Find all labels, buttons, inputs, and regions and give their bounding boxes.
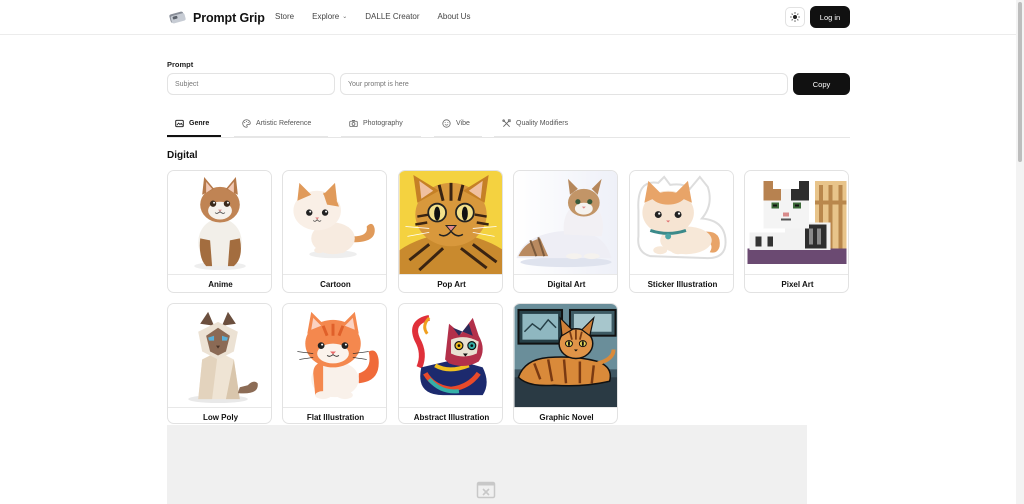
card-label: Low Poly [202, 413, 239, 422]
prompt-label: Prompt [167, 60, 194, 69]
sun-icon [790, 12, 800, 22]
nav-explore-label: Explore [312, 12, 340, 21]
style-card-cartoon[interactable]: Cartoon [282, 170, 387, 293]
section-title: Digital [167, 150, 198, 161]
nav-explore[interactable]: Explore ⌄ [312, 12, 347, 21]
style-card-low-poly[interactable]: Low Poly [167, 303, 272, 424]
card-label: Graphic Novel [539, 413, 594, 422]
theme-toggle-button[interactable] [785, 7, 805, 27]
palette-frame-icon [175, 119, 184, 127]
brand-name: Prompt Grip [193, 10, 265, 25]
nav-store[interactable]: Store [275, 12, 294, 21]
main-nav: Store Explore ⌄ DALLE Creator About Us [275, 12, 488, 21]
page-scrollbar[interactable] [1016, 0, 1024, 504]
pixel-art-cat-image [745, 171, 848, 275]
style-card-digital-art[interactable]: Digital Art [513, 170, 618, 293]
prompt-input[interactable]: Your prompt is here [340, 73, 788, 95]
card-label: Cartoon [320, 280, 351, 289]
anime-cat-image [168, 171, 271, 275]
style-card-anime[interactable]: Anime [167, 170, 272, 293]
tab-quality-modifiers-label: Quality Modifiers [516, 120, 569, 127]
tab-artistic-reference[interactable]: Artistic Reference [234, 111, 328, 137]
tab-genre-label: Genre [189, 119, 210, 127]
subject-input[interactable]: Subject [167, 73, 335, 95]
style-card-sticker-illustration[interactable]: Sticker Illustration [629, 170, 734, 293]
tab-photography-label: Photography [363, 120, 403, 127]
card-label: Pixel Art [781, 280, 814, 289]
tab-quality-modifiers[interactable]: Quality Modifiers [494, 111, 590, 137]
tab-genre[interactable]: Genre [167, 111, 221, 137]
copy-button[interactable]: Copy [793, 73, 850, 95]
style-card-pixel-art[interactable]: Pixel Art [744, 170, 849, 293]
login-button[interactable]: Log in [810, 6, 850, 28]
scrollbar-thumb[interactable] [1018, 2, 1022, 162]
top-navbar: Prompt Grip Store Explore ⌄ DALLE Creato… [0, 0, 1016, 35]
style-card-graphic-novel[interactable]: Graphic Novel [513, 303, 618, 424]
tab-artistic-reference-label: Artistic Reference [256, 120, 312, 127]
card-label: Digital Art [547, 280, 586, 289]
abstract-cat-image [399, 304, 502, 408]
palette-icon [242, 119, 251, 128]
brand-logo[interactable]: Prompt Grip [168, 8, 265, 27]
smile-icon [442, 119, 451, 128]
tools-icon [502, 119, 511, 127]
flat-illustration-cat-image [283, 304, 386, 408]
broken-image-icon [476, 481, 496, 499]
nav-dalle-creator[interactable]: DALLE Creator [365, 12, 419, 21]
card-label: Sticker Illustration [647, 280, 718, 289]
low-poly-cat-image [168, 304, 271, 408]
style-card-pop-art[interactable]: Pop Art [398, 170, 503, 293]
cartoon-cat-image [283, 171, 386, 275]
card-label: Pop Art [437, 280, 466, 289]
logo-icon [169, 11, 186, 24]
pop-art-cat-image [399, 171, 502, 275]
camera-icon [349, 120, 358, 128]
card-label: Abstract Illustration [413, 413, 490, 422]
graphic-novel-cat-image [514, 304, 617, 408]
tab-vibe-label: Vibe [456, 120, 470, 127]
tab-vibe[interactable]: Vibe [434, 111, 482, 137]
sticker-cat-image [630, 171, 733, 275]
card-label: Flat Illustration [306, 413, 365, 422]
tab-photography[interactable]: Photography [341, 111, 421, 137]
category-tabs: Genre Artistic Reference Photography Vib… [167, 111, 850, 138]
nav-about-us[interactable]: About Us [438, 12, 471, 21]
digital-art-cat-image [514, 171, 617, 275]
style-card-abstract-illustration[interactable]: Abstract Illustration [398, 303, 503, 424]
style-card-flat-illustration[interactable]: Flat Illustration [282, 303, 387, 424]
card-label: Anime [208, 280, 233, 289]
chevron-down-icon: ⌄ [342, 14, 348, 20]
